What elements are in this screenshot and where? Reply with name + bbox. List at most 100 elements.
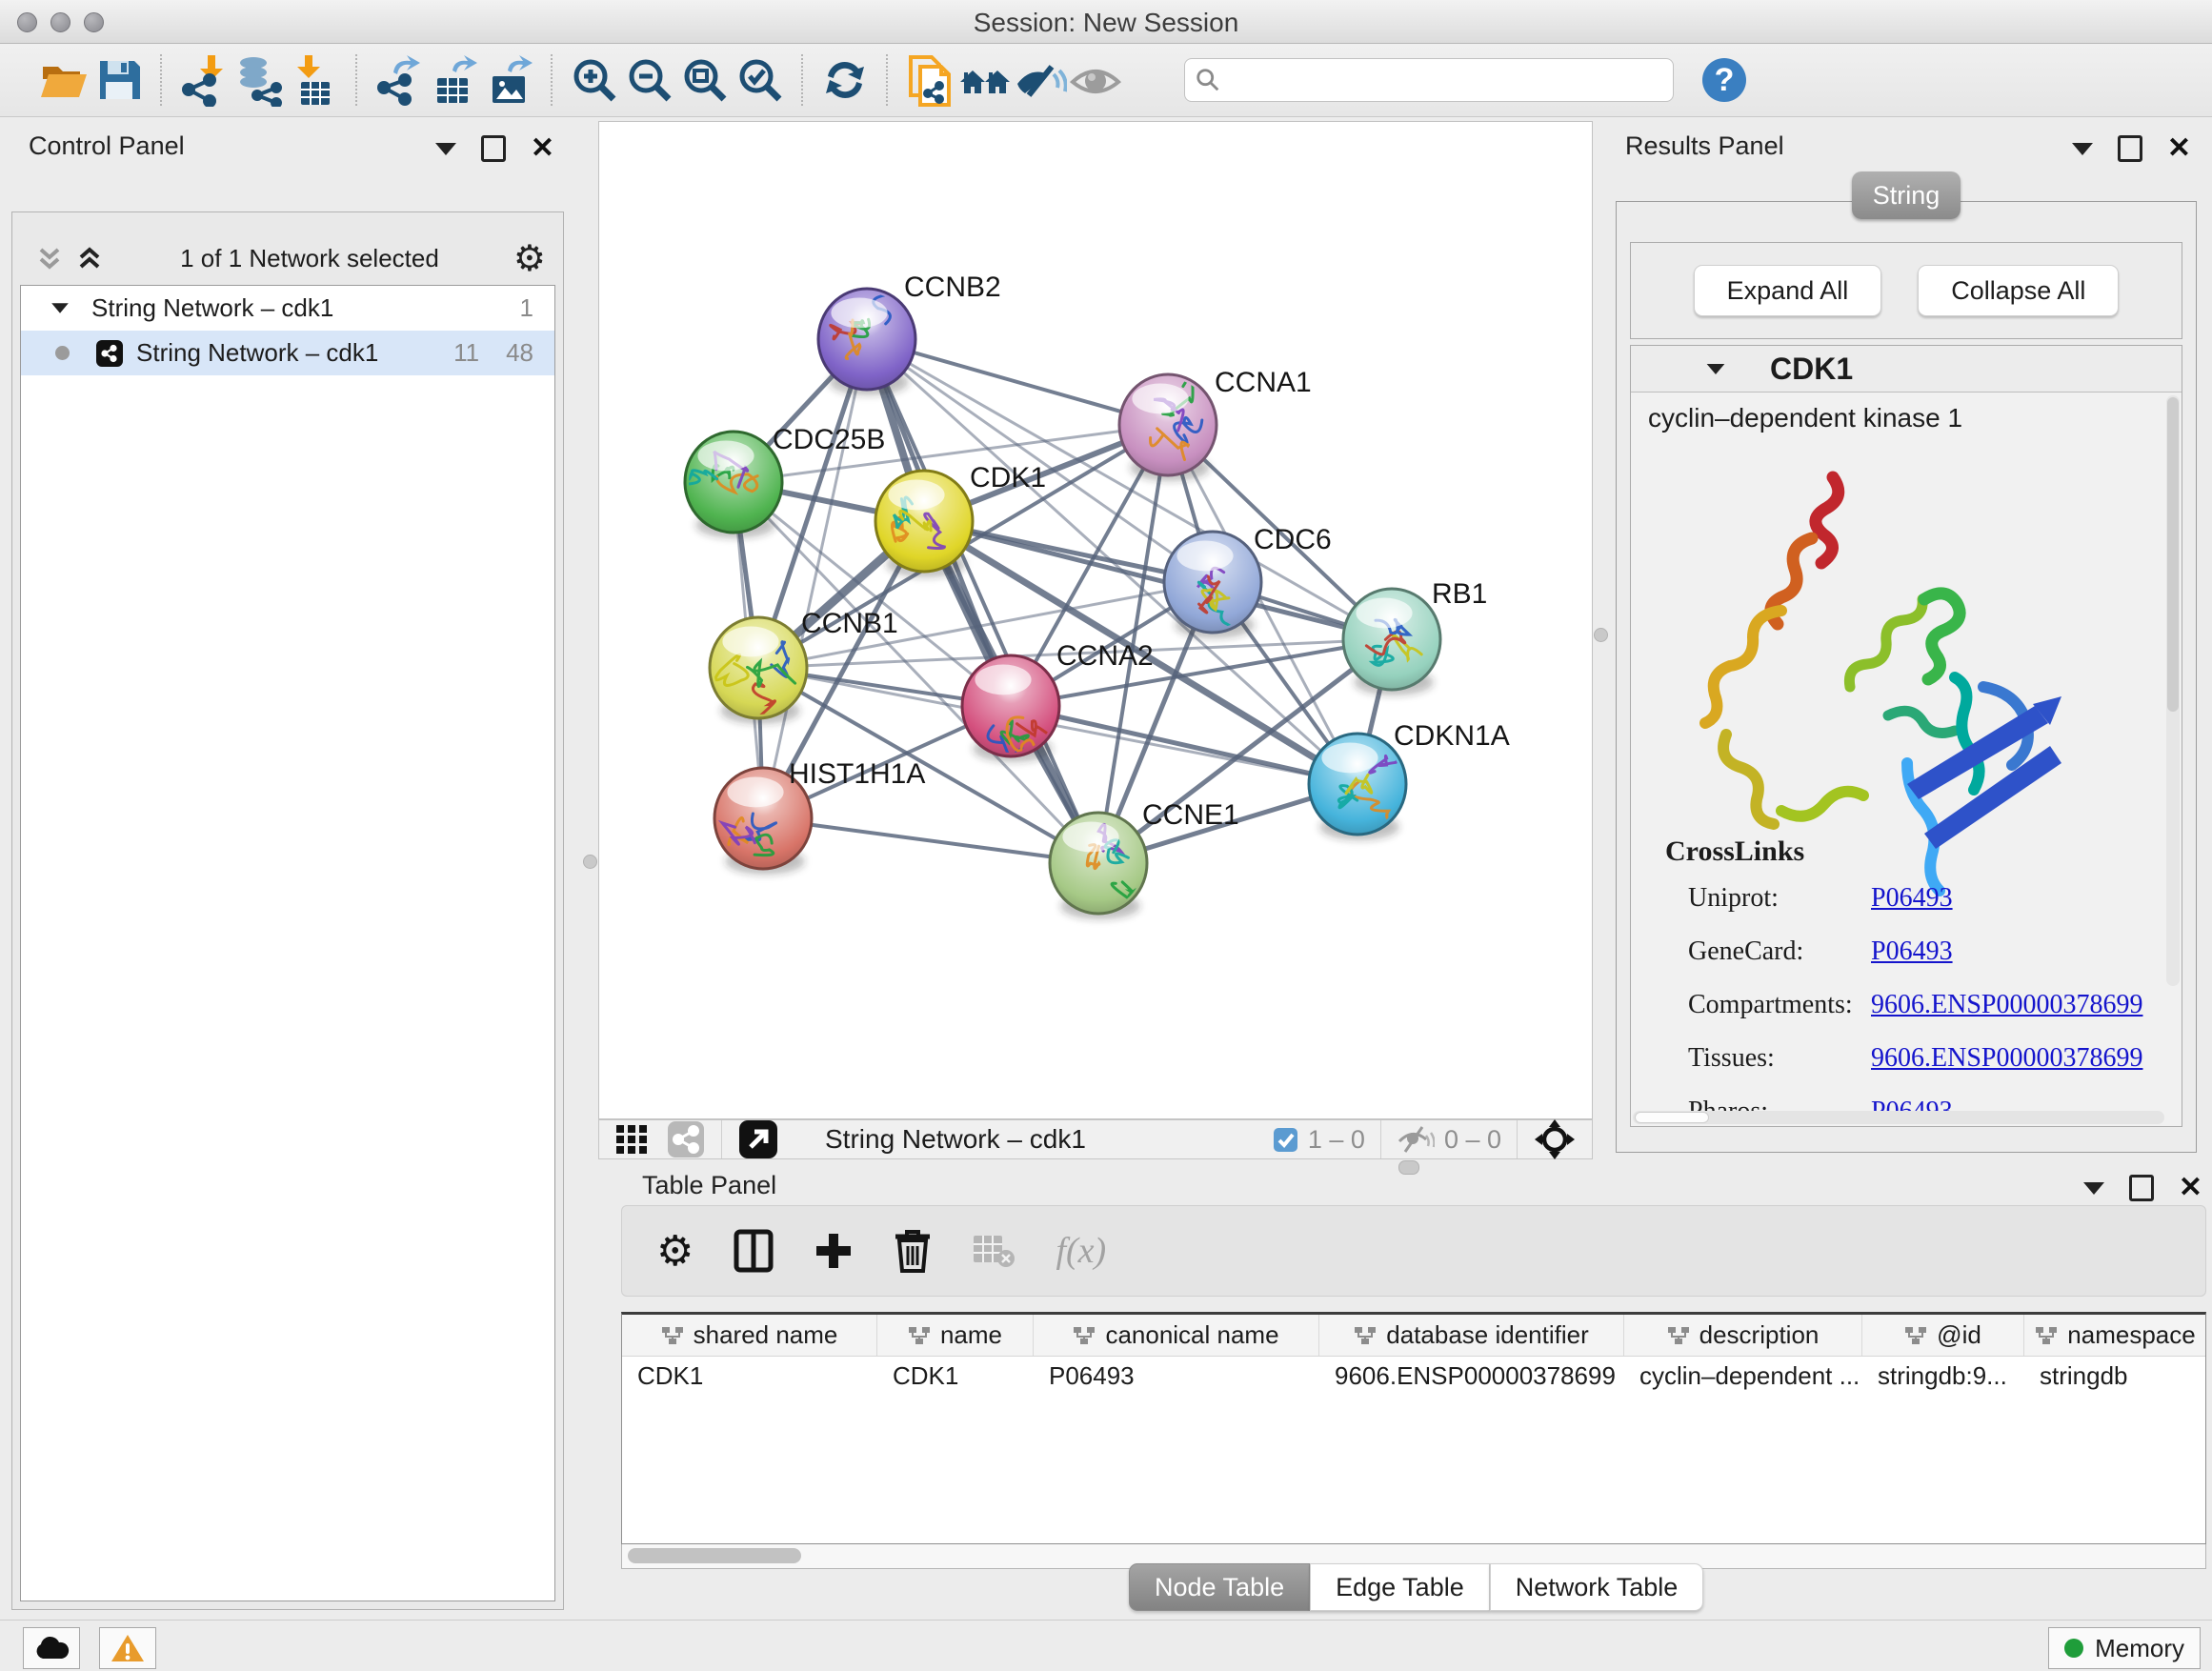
network-node-ccnb1[interactable]: CCNB1 — [710, 608, 898, 724]
network-node-ccne1[interactable]: CCNE1 — [1050, 799, 1239, 919]
table-cell[interactable]: CDK1 — [877, 1357, 1034, 1396]
add-column-plus-icon[interactable] — [814, 1231, 854, 1271]
export-table-button[interactable] — [427, 52, 482, 108]
table-cell[interactable]: CDK1 — [622, 1357, 877, 1396]
help-button[interactable]: ? — [1697, 52, 1752, 108]
control-panel-float-icon[interactable] — [481, 135, 506, 162]
import-network-icon — [177, 53, 231, 107]
table-panel-close-icon[interactable]: ✕ — [2179, 1178, 2202, 1198]
network-node-cdk1[interactable]: CDK1 — [875, 462, 1046, 577]
main-toolbar: ? — [0, 44, 2212, 117]
network-edge[interactable] — [763, 818, 1098, 863]
birds-eye-view-icon[interactable] — [613, 1119, 653, 1159]
column-header-name[interactable]: name — [877, 1315, 1034, 1356]
collapse-all-button[interactable]: Collapse All — [1918, 265, 2119, 316]
network-node-ccna1[interactable]: CCNA1 — [1119, 367, 1312, 481]
network-canvas[interactable]: CCNB2CCNA1CDC25BCDK1CDC6RB1CCNB1CCNA2HIS… — [598, 121, 1593, 1119]
zoom-in-button[interactable] — [567, 52, 622, 108]
crosslink-value-link[interactable]: P06493 — [1871, 883, 1953, 914]
column-header-shared-name[interactable]: shared name — [622, 1315, 877, 1356]
control-panel-menu-icon[interactable] — [435, 143, 456, 155]
network-collection-row[interactable]: String Network – cdk1 1 — [21, 286, 554, 331]
expand-all-button[interactable]: Expand All — [1694, 265, 1882, 316]
network-share-icon[interactable] — [666, 1119, 706, 1159]
expand-all-tree-icon[interactable] — [73, 242, 106, 274]
cloud-status-button[interactable] — [23, 1627, 80, 1669]
network-node-cdkn1a[interactable]: CDKN1A — [1309, 720, 1510, 840]
import-table-file-button[interactable] — [287, 52, 342, 108]
network-row-selected[interactable]: String Network – cdk1 11 48 — [21, 331, 554, 375]
function-builder-icon[interactable]: f(x) — [1056, 1230, 1106, 1272]
refresh-layout-button[interactable] — [817, 52, 873, 108]
node-label: CCNA1 — [1215, 367, 1312, 398]
results-panel-menu-icon[interactable] — [2072, 143, 2093, 155]
column-header-label: @id — [1937, 1320, 1981, 1350]
warnings-button[interactable] — [99, 1627, 156, 1669]
tab-node-table[interactable]: Node Table — [1129, 1563, 1310, 1611]
protein-card-header[interactable]: CDK1 — [1631, 346, 2182, 393]
table-scrollbar-thumb[interactable] — [628, 1548, 801, 1563]
table-row[interactable]: CDK1CDK1P064939606.ENSP00000378699cyclin… — [622, 1357, 2205, 1396]
column-header-description[interactable]: description — [1624, 1315, 1862, 1356]
navigate-crosshair-icon[interactable] — [1533, 1117, 1577, 1161]
control-panel-close-icon[interactable]: ✕ — [531, 138, 554, 159]
open-session-button[interactable] — [36, 52, 91, 108]
table-panel-float-icon[interactable] — [2129, 1175, 2154, 1201]
zoom-selected-button[interactable] — [733, 52, 788, 108]
search-input[interactable] — [1221, 65, 1663, 96]
tree-collapse-icon[interactable] — [51, 303, 69, 312]
table-cell[interactable]: 9606.ENSP00000378699 — [1319, 1357, 1624, 1396]
network-node-cdc25b[interactable]: CDC25B — [685, 424, 885, 538]
results-vertical-scrollbar[interactable] — [2166, 395, 2180, 986]
left-splitter-handle[interactable] — [583, 855, 597, 869]
column-header-namespace[interactable]: namespace — [2024, 1315, 2206, 1356]
app-window: Session: New Session — [0, 0, 2212, 1671]
memory-button[interactable]: Memory — [2048, 1627, 2201, 1669]
column-header-canonical-name[interactable]: canonical name — [1034, 1315, 1319, 1356]
table-panel-menu-icon[interactable] — [2083, 1182, 2104, 1195]
show-columns-icon[interactable] — [734, 1229, 774, 1273]
duplicate-network-button[interactable] — [902, 52, 957, 108]
network-edge[interactable] — [1011, 706, 1357, 784]
column-header--id[interactable]: @id — [1862, 1315, 2024, 1356]
crosslink-value-link[interactable]: 9606.ENSP00000378699 — [1871, 1043, 2142, 1074]
column-header-database-identifier[interactable]: database identifier — [1319, 1315, 1624, 1356]
save-session-button[interactable] — [91, 52, 147, 108]
tab-string[interactable]: String — [1852, 171, 1961, 219]
table-cell[interactable]: stringdb:9... — [1862, 1357, 2024, 1396]
network-graph[interactable]: CCNB2CCNA1CDC25BCDK1CDC6RB1CCNB1CCNA2HIS… — [599, 122, 1592, 1118]
protein-collapse-icon[interactable] — [1707, 363, 1725, 373]
crosslink-value-link[interactable]: 9606.ENSP00000378699 — [1871, 990, 2142, 1020]
collapse-all-tree-icon[interactable] — [33, 242, 66, 274]
zoom-out-button[interactable] — [622, 52, 677, 108]
network-node-hist1h1a[interactable]: HIST1H1A — [714, 758, 925, 875]
delete-trash-icon[interactable] — [894, 1229, 932, 1273]
export-image-button[interactable] — [482, 52, 537, 108]
selected-checkbox-icon[interactable] — [1273, 1127, 1298, 1153]
tab-edge-table[interactable]: Edge Table — [1310, 1563, 1490, 1611]
network-node-rb1[interactable]: RB1 — [1343, 578, 1487, 695]
open-folder-icon — [37, 53, 90, 107]
export-network-button[interactable] — [372, 52, 427, 108]
tab-network-table[interactable]: Network Table — [1490, 1563, 1704, 1611]
table-cell[interactable]: cyclin–dependent ... — [1624, 1357, 1862, 1396]
results-horizontal-scrollbar[interactable] — [1633, 1111, 2164, 1124]
network-node-cdc6[interactable]: CDC6 — [1164, 524, 1332, 641]
import-network-database-button[interactable] — [231, 52, 287, 108]
open-in-window-icon[interactable] — [737, 1118, 779, 1160]
network-list-options-gear-icon[interactable]: ⚙ — [513, 237, 546, 280]
zoom-fit-button[interactable] — [677, 52, 733, 108]
table-cell[interactable]: P06493 — [1034, 1357, 1319, 1396]
results-panel-float-icon[interactable] — [2118, 135, 2142, 162]
hide-selected-button[interactable] — [1013, 52, 1068, 108]
table-cell[interactable]: stringdb — [2024, 1357, 2206, 1396]
zoom-fit-icon — [678, 53, 732, 107]
results-panel-close-icon[interactable]: ✕ — [2167, 138, 2191, 159]
show-all-button[interactable] — [1068, 52, 1123, 108]
table-options-gear-icon[interactable]: ⚙ — [656, 1227, 694, 1276]
first-neighbors-button[interactable] — [957, 52, 1013, 108]
column-type-icon — [1904, 1325, 1927, 1346]
delete-table-icon[interactable] — [972, 1232, 1016, 1270]
import-network-file-button[interactable] — [176, 52, 231, 108]
crosslink-value-link[interactable]: P06493 — [1871, 936, 1953, 967]
